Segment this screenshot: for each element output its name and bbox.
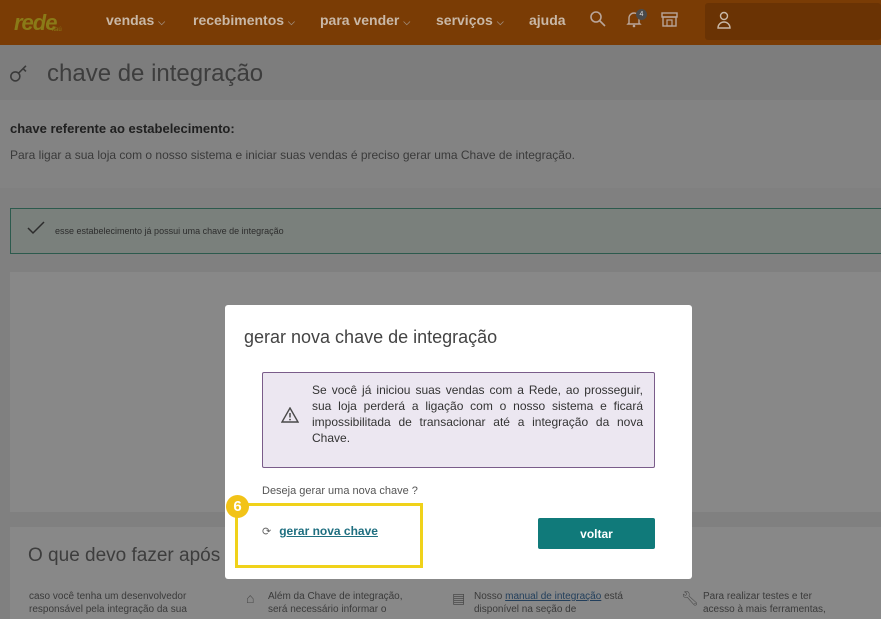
- warning-text: Se você já iniciou suas vendas com a Red…: [312, 383, 643, 445]
- faq-text-line: será necessário informar o: [268, 604, 387, 615]
- chevron-down-icon: ⌵: [288, 17, 295, 27]
- nav-recebimentos[interactable]: recebimentos ⌵: [193, 12, 295, 28]
- faq-text-line: caso você tenha um desenvolvedor: [29, 591, 187, 602]
- warning-box: Se você já iniciou suas vendas com a Red…: [262, 372, 655, 468]
- faq-item-tools: 🔧︎ Para realizar testes e ter acesso à m…: [681, 590, 873, 616]
- step-number-badge: 6: [226, 495, 249, 518]
- page-header: chave de integração: [0, 45, 881, 100]
- notice-text: esse estabelecimento já possui uma chave…: [55, 226, 284, 236]
- back-button[interactable]: voltar: [538, 518, 655, 549]
- chevron-down-icon: ⌵: [158, 17, 166, 27]
- search-icon[interactable]: [589, 10, 607, 33]
- integration-manual-link[interactable]: manual de integração: [505, 591, 601, 602]
- nav-vendas[interactable]: vendas ⌵: [106, 12, 165, 28]
- info-heading: chave referente ao estabelecimento:: [10, 121, 235, 136]
- chevron-down-icon: ⌵: [403, 17, 411, 27]
- key-icon: [3, 57, 38, 92]
- faq-text-line: disponível na seção de: [474, 604, 577, 615]
- faq-text: está: [601, 591, 623, 602]
- book-icon: ▤: [452, 590, 466, 606]
- chevron-down-icon: ⌵: [496, 17, 504, 27]
- check-icon: [27, 220, 45, 241]
- page-title: chave de integração: [47, 60, 264, 87]
- faq-text-line: Além da Chave de integração,: [268, 591, 403, 602]
- notification-badge: 4: [636, 9, 647, 20]
- info-card: chave referente ao estabelecimento: Para…: [0, 100, 881, 188]
- faq-item-settings: ⌂ Além da Chave de integração, será nece…: [246, 590, 438, 616]
- tools-icon: 🔧︎: [681, 590, 699, 606]
- user-menu[interactable]: [705, 3, 881, 40]
- highlight-box: [235, 503, 423, 568]
- itau-logo-label: itaú: [52, 27, 62, 33]
- warning-icon: [280, 406, 300, 428]
- user-icon: [717, 11, 731, 34]
- top-navigation-bar: rede itaú vendas ⌵ recebimentos ⌵ para ven…: [0, 0, 881, 45]
- info-text: Para ligar a sua loja com o nosso sistem…: [10, 148, 575, 162]
- store-icon[interactable]: [660, 10, 679, 33]
- faq-text-line: acesso à mais ferramentas,: [703, 604, 826, 615]
- home-icon: ⌂: [246, 590, 255, 606]
- nav-ajuda[interactable]: ajuda: [529, 12, 566, 28]
- faq-item-manual: ▤ Nosso manual de integração está dispon…: [452, 590, 654, 616]
- faq-text-line: responsável pela integração da sua: [29, 604, 187, 615]
- nav-para-vender[interactable]: para vender ⌵: [320, 12, 410, 28]
- faq-item-developer: caso você tenha um desenvolvedor respons…: [29, 590, 229, 616]
- nav-servicos[interactable]: serviços ⌵: [436, 12, 504, 28]
- modal-title: gerar nova chave de integração: [244, 327, 498, 347]
- faq-text: Nosso: [474, 591, 506, 602]
- confirm-question: Deseja gerar uma nova chave ?: [262, 485, 418, 497]
- success-notice: esse estabelecimento já possui uma chave…: [10, 208, 881, 254]
- faq-text-line: Para realizar testes e ter: [703, 591, 812, 602]
- rede-logo[interactable]: rede: [14, 10, 57, 36]
